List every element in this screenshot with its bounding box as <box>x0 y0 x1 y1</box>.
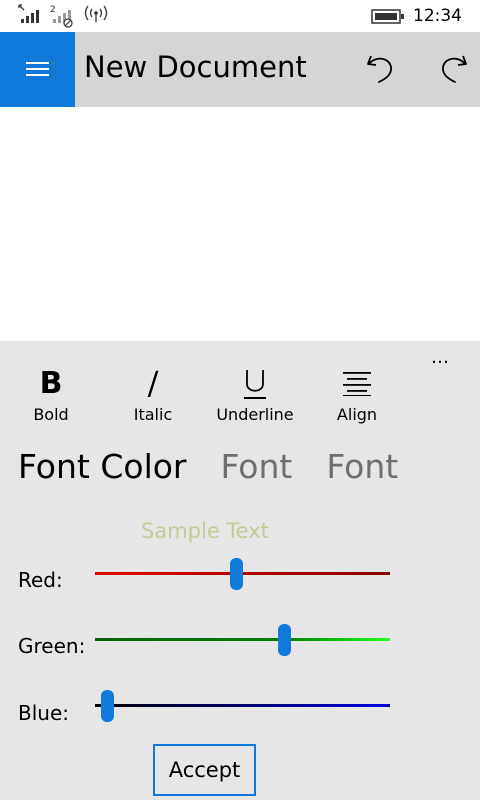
accept-button[interactable]: Accept <box>153 744 256 796</box>
undo-button[interactable] <box>365 52 395 90</box>
align-label: Align <box>336 405 378 424</box>
more-options-button[interactable]: … <box>431 347 451 368</box>
green-slider[interactable] <box>95 624 390 656</box>
bold-button[interactable]: B Bold <box>1 363 101 425</box>
redo-icon <box>442 55 467 83</box>
underline-label: Underline <box>216 405 294 424</box>
bold-icon: B <box>39 365 63 401</box>
menu-button[interactable] <box>0 32 75 107</box>
signal-no-sim-icon: 2 <box>50 5 73 28</box>
sim2-label: 2 <box>50 5 56 15</box>
undo-icon <box>367 55 392 83</box>
green-label: Green: <box>18 634 86 658</box>
wifi-icon <box>84 5 108 22</box>
document-canvas[interactable] <box>0 107 480 341</box>
blue-slider-thumb[interactable] <box>101 690 114 722</box>
clock: 12:34 <box>413 6 462 26</box>
green-slider-thumb[interactable] <box>278 624 291 656</box>
app-bar: New Document <box>0 32 480 107</box>
tab-font-size[interactable]: Font S <box>326 447 408 486</box>
underline-button[interactable]: Underline <box>205 363 305 424</box>
signal-icon <box>18 4 39 23</box>
align-button[interactable]: Align <box>307 363 407 424</box>
red-slider[interactable] <box>95 558 390 590</box>
redo-button[interactable] <box>439 52 469 90</box>
red-slider-thumb[interactable] <box>230 558 243 590</box>
bold-label: Bold <box>33 405 69 424</box>
tab-font[interactable]: Font <box>221 447 293 486</box>
blue-slider-track <box>95 704 390 707</box>
pivot-header: Font Color Font Font S <box>18 447 408 497</box>
green-slider-track <box>95 638 390 641</box>
sample-text: Sample Text <box>141 519 269 543</box>
italic-icon: / <box>147 364 159 402</box>
italic-label: Italic <box>133 405 173 424</box>
format-panel: … B Bold / Italic Underline Align Font C… <box>0 341 480 800</box>
align-center-icon <box>343 372 371 396</box>
status-bar: 2 12:34 <box>0 0 480 32</box>
blue-slider[interactable] <box>95 690 390 722</box>
page-title: New Document <box>84 50 307 84</box>
tab-font-color[interactable]: Font Color <box>18 447 187 486</box>
red-label: Red: <box>18 568 63 592</box>
battery-icon <box>371 9 404 24</box>
italic-button[interactable]: / Italic <box>103 363 203 424</box>
underline-icon <box>244 370 266 399</box>
hamburger-icon <box>26 62 49 76</box>
blue-label: Blue: <box>18 701 69 725</box>
